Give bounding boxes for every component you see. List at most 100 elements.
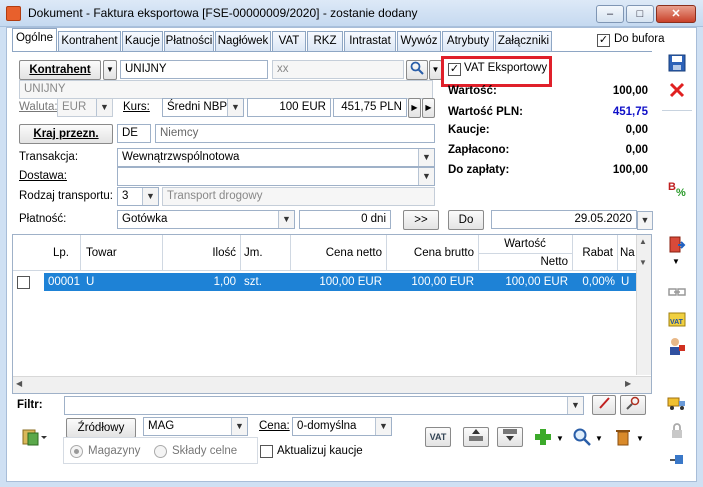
scroll-right-arrow[interactable]: ▶	[625, 379, 631, 388]
search-item-dropdown[interactable]: ▼	[595, 434, 603, 443]
kurs-pln-field[interactable]: 451,75 PLN	[333, 98, 407, 117]
tab-wywoz[interactable]: Wywóz	[397, 31, 441, 51]
add-item-button[interactable]	[531, 426, 555, 448]
kraj-przezn-button[interactable]: Kraj przezn.	[19, 124, 113, 144]
grid-vertical-scrollbar[interactable]	[636, 235, 651, 375]
do-bufora-checkbox[interactable]: ✓	[597, 34, 610, 47]
transakcja-combo[interactable]: Wewnątrzwspólnotowa	[117, 148, 435, 167]
filter-dropdown-arrow[interactable]: ▼	[567, 397, 583, 414]
link-button[interactable]	[665, 281, 689, 303]
kontrahent-second-field[interactable]: xx	[272, 60, 404, 79]
discount-button[interactable]: B%	[665, 177, 689, 199]
kraj-name-field[interactable]: Niemcy	[155, 124, 435, 143]
tab-zalaczniki[interactable]: Załączniki	[495, 31, 552, 51]
do-bufora-label: Do bufora	[614, 33, 665, 45]
tab-rkz[interactable]: RKZ	[307, 31, 343, 51]
documents-menu-button[interactable]	[18, 426, 50, 448]
col-cena-brutto[interactable]: Cena brutto	[386, 235, 474, 271]
row-select-checkbox[interactable]	[17, 276, 30, 289]
kraj-code-field[interactable]: DE	[117, 124, 151, 143]
waluta-dropdown-arrow[interactable]: ▼	[96, 99, 112, 116]
col-rabat[interactable]: Rabat	[572, 235, 613, 271]
link-icon	[668, 288, 686, 296]
minimize-button[interactable]: –	[596, 5, 624, 23]
vat-eksportowy-checkbox[interactable]: ✓	[448, 63, 461, 76]
lock-button[interactable]	[665, 420, 689, 442]
save-button[interactable]	[665, 53, 689, 75]
grid-horizontal-scrollbar[interactable]	[13, 376, 651, 393]
tab-atrybuty[interactable]: Atrybuty	[442, 31, 494, 51]
col-jm[interactable]: Jm.	[244, 235, 263, 271]
rodzaj-transportu-dropdown-arrow[interactable]: ▼	[142, 188, 158, 205]
kaucje-value: 0,00	[625, 124, 648, 136]
kurs-step-right-button[interactable]: ▶	[422, 98, 435, 118]
platnosc-date-arrow[interactable]: ▼	[637, 211, 653, 230]
magazyn-dropdown-arrow[interactable]: ▼	[231, 418, 247, 435]
zaplacono-value: 0,00	[625, 144, 648, 156]
import-button[interactable]	[463, 427, 489, 447]
filter-wand-icon	[626, 396, 640, 410]
vat-button[interactable]: VAT	[425, 427, 451, 447]
platnosc-dropdown-arrow[interactable]: ▼	[278, 211, 294, 228]
transport-button[interactable]	[665, 391, 689, 413]
add-item-dropdown[interactable]: ▼	[556, 434, 564, 443]
rodzaj-transportu-name-field[interactable]: Transport drogowy	[162, 187, 435, 206]
platnosc-arrow-button[interactable]: >>	[403, 210, 439, 230]
platnosc-do-button[interactable]: Do	[448, 210, 484, 230]
zrodlowy-button[interactable]: Źródłowy	[66, 418, 136, 438]
search-kontrahent-button[interactable]	[406, 60, 428, 80]
kurs-dropdown-arrow[interactable]: ▼	[227, 99, 243, 116]
cena-dropdown-arrow[interactable]: ▼	[375, 418, 391, 435]
col-na[interactable]: Na	[620, 235, 635, 271]
kontrahent-dropdown-button[interactable]: ▼	[103, 60, 117, 80]
close-button[interactable]: ✕	[656, 5, 696, 23]
pin-button[interactable]	[665, 449, 689, 471]
kontrahent-button[interactable]: Kontrahent	[19, 60, 101, 80]
export-document-button[interactable]	[665, 234, 689, 256]
col-lp[interactable]: Lp.	[53, 235, 69, 271]
search-item-button[interactable]	[570, 426, 594, 448]
platnosc-method-combo[interactable]: Gotówka	[117, 210, 295, 229]
delete-item-dropdown[interactable]: ▼	[636, 434, 644, 443]
scroll-left-arrow[interactable]: ◀	[16, 379, 22, 388]
tab-naglowek[interactable]: Nagłówek	[215, 31, 271, 51]
export-down-button[interactable]	[497, 427, 523, 447]
scroll-down-arrow[interactable]: ▼	[639, 258, 647, 267]
tab-intrastat[interactable]: Intrastat	[344, 31, 396, 51]
dostawa-dropdown-arrow[interactable]: ▼	[418, 168, 434, 185]
dostawa-combo[interactable]	[117, 167, 435, 186]
platnosc-date-field[interactable]: 29.05.2020	[491, 210, 637, 229]
tab-kaucje[interactable]: Kaucje	[122, 31, 163, 51]
export-dropdown[interactable]: ▼	[672, 257, 680, 266]
delete-item-button[interactable]	[611, 426, 635, 448]
col-netto[interactable]: Netto	[478, 254, 569, 271]
filter-input[interactable]	[64, 396, 584, 415]
vat-calc-button[interactable]: VAT	[665, 308, 689, 330]
kontrahent-name-field[interactable]: UNIJNY	[19, 80, 433, 99]
filter-clear-button[interactable]	[592, 395, 616, 415]
tab-platnosci[interactable]: Płatności	[164, 31, 214, 51]
transakcja-dropdown-arrow[interactable]: ▼	[418, 149, 434, 166]
scroll-up-arrow[interactable]: ▲	[639, 237, 647, 246]
filter-builder-button[interactable]	[620, 395, 646, 415]
pencil-clear-icon	[599, 397, 610, 409]
col-towar[interactable]: Towar	[86, 235, 117, 271]
cell-jm: szt.	[244, 276, 262, 288]
user-button[interactable]	[665, 335, 689, 357]
tab-vat[interactable]: VAT	[272, 31, 306, 51]
kontrahent-code-field[interactable]: UNIJNY	[120, 60, 268, 79]
col-ilosc[interactable]: Ilość	[162, 235, 236, 271]
maximize-button[interactable]: □	[626, 5, 654, 23]
kurs-amount-field[interactable]: 100 EUR	[247, 98, 331, 117]
dostawa-label: Dostawa:	[19, 170, 67, 182]
aktualizuj-kaucje-checkbox[interactable]	[260, 445, 273, 458]
col-wartosc[interactable]: Wartość	[478, 235, 572, 253]
tab-ogolne[interactable]: Ogólne	[12, 28, 57, 52]
cancel-button[interactable]	[665, 80, 689, 102]
tab-kontrahent[interactable]: Kontrahent	[58, 31, 121, 51]
col-cena-netto[interactable]: Cena netto	[290, 235, 382, 271]
wartosc-value: 100,00	[612, 85, 648, 97]
kurs-step-left-button[interactable]: ▶	[408, 98, 421, 118]
platnosc-days-field[interactable]: 0 dni	[299, 210, 391, 229]
wartosc-pln-label: Wartość PLN:	[448, 106, 523, 118]
